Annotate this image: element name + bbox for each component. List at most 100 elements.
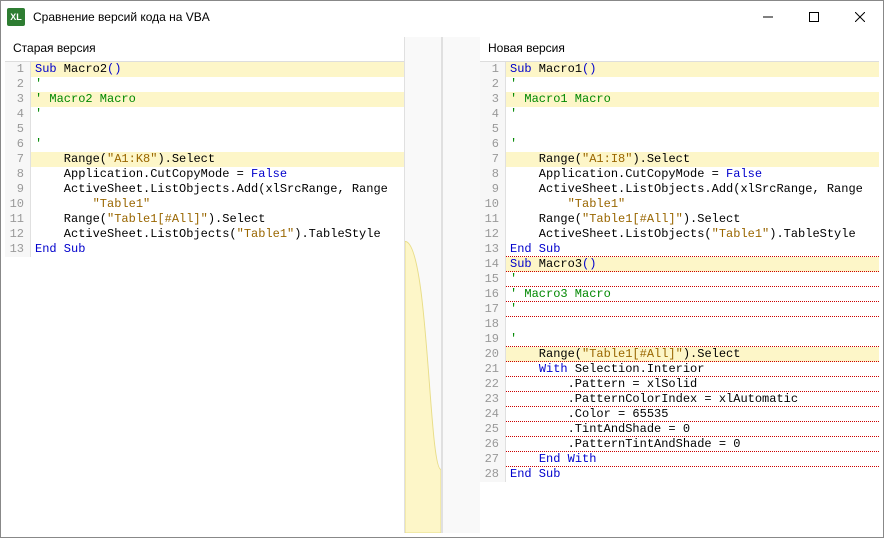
code-text: Sub Macro1() bbox=[506, 62, 879, 77]
code-line[interactable]: 7 Range("A1:I8").Select bbox=[480, 152, 879, 167]
code-line[interactable]: 11 Range("Table1[#All]").Select bbox=[5, 212, 404, 227]
code-line[interactable]: 1Sub Macro2() bbox=[5, 62, 404, 77]
code-line[interactable]: 26 .PatternTintAndShade = 0 bbox=[480, 437, 879, 452]
code-text: Range("Table1[#All]").Select bbox=[506, 347, 879, 362]
maximize-button[interactable] bbox=[791, 1, 837, 33]
line-number: 9 bbox=[480, 182, 506, 197]
code-line[interactable]: 10 "Table1" bbox=[5, 197, 404, 212]
line-number: 21 bbox=[480, 362, 506, 377]
code-line[interactable]: 13End Sub bbox=[5, 242, 404, 257]
minimize-button[interactable] bbox=[745, 1, 791, 33]
code-text: ActiveSheet.ListObjects("Table1").TableS… bbox=[31, 227, 404, 242]
code-line[interactable]: 7 Range("A1:K8").Select bbox=[5, 152, 404, 167]
line-number: 22 bbox=[480, 377, 506, 392]
code-line[interactable]: 21 With Selection.Interior bbox=[480, 362, 879, 377]
code-line[interactable]: 2' bbox=[5, 77, 404, 92]
code-line[interactable]: 11 Range("Table1[#All]").Select bbox=[480, 212, 879, 227]
line-number: 3 bbox=[5, 92, 31, 107]
line-number: 18 bbox=[480, 317, 506, 332]
window-title: Сравнение версий кода на VBA bbox=[33, 10, 745, 24]
code-line[interactable]: 10 "Table1" bbox=[480, 197, 879, 212]
right-pane: Новая версия 1Sub Macro1()2'3' Macro1 Ma… bbox=[480, 37, 879, 533]
line-number: 24 bbox=[480, 407, 506, 422]
right-code-area[interactable]: 1Sub Macro1()2'3' Macro1 Macro4'56'7 Ran… bbox=[480, 62, 879, 533]
code-line[interactable]: 20 Range("Table1[#All]").Select bbox=[480, 347, 879, 362]
code-line[interactable]: 4' bbox=[480, 107, 879, 122]
code-line[interactable]: 8 Application.CutCopyMode = False bbox=[5, 167, 404, 182]
code-line[interactable]: 5 bbox=[5, 122, 404, 137]
code-text: Range("Table1[#All]").Select bbox=[31, 212, 404, 227]
code-text bbox=[506, 317, 879, 332]
line-number: 28 bbox=[480, 467, 506, 482]
code-text: .TintAndShade = 0 bbox=[506, 422, 879, 437]
code-text: Range("A1:I8").Select bbox=[506, 152, 879, 167]
code-text: ' Macro3 Macro bbox=[506, 287, 879, 302]
code-text: ActiveSheet.ListObjects.Add(xlSrcRange, … bbox=[31, 182, 404, 197]
code-text: Sub Macro2() bbox=[31, 62, 404, 77]
maximize-icon bbox=[809, 12, 819, 22]
line-number: 17 bbox=[480, 302, 506, 317]
code-text: "Table1" bbox=[31, 197, 404, 212]
line-number: 8 bbox=[5, 167, 31, 182]
code-text: ' bbox=[31, 137, 404, 152]
code-line[interactable]: 13End Sub bbox=[480, 242, 879, 257]
right-connector-gutter bbox=[442, 37, 480, 533]
code-text: "Table1" bbox=[506, 197, 879, 212]
code-line[interactable]: 22 .Pattern = xlSolid bbox=[480, 377, 879, 392]
line-number: 23 bbox=[480, 392, 506, 407]
line-number: 7 bbox=[480, 152, 506, 167]
line-number: 4 bbox=[5, 107, 31, 122]
code-text: Sub Macro3() bbox=[506, 257, 879, 272]
code-text: ' bbox=[506, 302, 879, 317]
code-line[interactable]: 6' bbox=[5, 137, 404, 152]
code-text: ' bbox=[31, 107, 404, 122]
line-number: 2 bbox=[5, 77, 31, 92]
code-line[interactable]: 24 .Color = 65535 bbox=[480, 407, 879, 422]
window-controls bbox=[745, 1, 883, 33]
left-code-area[interactable]: 1Sub Macro2()2'3' Macro2 Macro4'56'7 Ran… bbox=[5, 62, 404, 533]
code-line[interactable]: 25 .TintAndShade = 0 bbox=[480, 422, 879, 437]
close-icon bbox=[855, 12, 865, 22]
left-pane: Старая версия 1Sub Macro2()2'3' Macro2 M… bbox=[5, 37, 404, 533]
code-text: End Sub bbox=[31, 242, 404, 257]
line-number: 5 bbox=[5, 122, 31, 137]
code-line[interactable]: 3' Macro1 Macro bbox=[480, 92, 879, 107]
code-line[interactable]: 2' bbox=[480, 77, 879, 92]
left-pane-title: Старая версия bbox=[5, 37, 404, 62]
code-text: ' bbox=[31, 77, 404, 92]
app-window: XL Сравнение версий кода на VBA Старая в… bbox=[0, 0, 884, 538]
code-line[interactable]: 4' bbox=[5, 107, 404, 122]
code-line[interactable]: 8 Application.CutCopyMode = False bbox=[480, 167, 879, 182]
line-number: 7 bbox=[5, 152, 31, 167]
code-line[interactable]: 15' bbox=[480, 272, 879, 287]
line-number: 10 bbox=[5, 197, 31, 212]
code-text: End Sub bbox=[506, 242, 879, 257]
code-line[interactable]: 12 ActiveSheet.ListObjects("Table1").Tab… bbox=[5, 227, 404, 242]
code-line[interactable]: 18 bbox=[480, 317, 879, 332]
code-line[interactable]: 6' bbox=[480, 137, 879, 152]
code-line[interactable]: 9 ActiveSheet.ListObjects.Add(xlSrcRange… bbox=[5, 182, 404, 197]
code-line[interactable]: 5 bbox=[480, 122, 879, 137]
code-line[interactable]: 19' bbox=[480, 332, 879, 347]
code-line[interactable]: 28End Sub bbox=[480, 467, 879, 482]
line-number: 25 bbox=[480, 422, 506, 437]
code-line[interactable]: 16' Macro3 Macro bbox=[480, 287, 879, 302]
code-line[interactable]: 3' Macro2 Macro bbox=[5, 92, 404, 107]
titlebar[interactable]: XL Сравнение версий кода на VBA bbox=[1, 1, 883, 33]
line-number: 10 bbox=[480, 197, 506, 212]
code-line[interactable]: 12 ActiveSheet.ListObjects("Table1").Tab… bbox=[480, 227, 879, 242]
close-button[interactable] bbox=[837, 1, 883, 33]
code-line[interactable]: 9 ActiveSheet.ListObjects.Add(xlSrcRange… bbox=[480, 182, 879, 197]
line-number: 15 bbox=[480, 272, 506, 287]
code-text: ' bbox=[506, 332, 879, 347]
line-number: 12 bbox=[5, 227, 31, 242]
code-line[interactable]: 1Sub Macro1() bbox=[480, 62, 879, 77]
line-number: 13 bbox=[480, 242, 506, 257]
code-line[interactable]: 23 .PatternColorIndex = xlAutomatic bbox=[480, 392, 879, 407]
code-line[interactable]: 14Sub Macro3() bbox=[480, 257, 879, 272]
line-number: 20 bbox=[480, 347, 506, 362]
code-line[interactable]: 17' bbox=[480, 302, 879, 317]
code-text: Range("Table1[#All]").Select bbox=[506, 212, 879, 227]
code-text: Application.CutCopyMode = False bbox=[506, 167, 879, 182]
code-line[interactable]: 27 End With bbox=[480, 452, 879, 467]
